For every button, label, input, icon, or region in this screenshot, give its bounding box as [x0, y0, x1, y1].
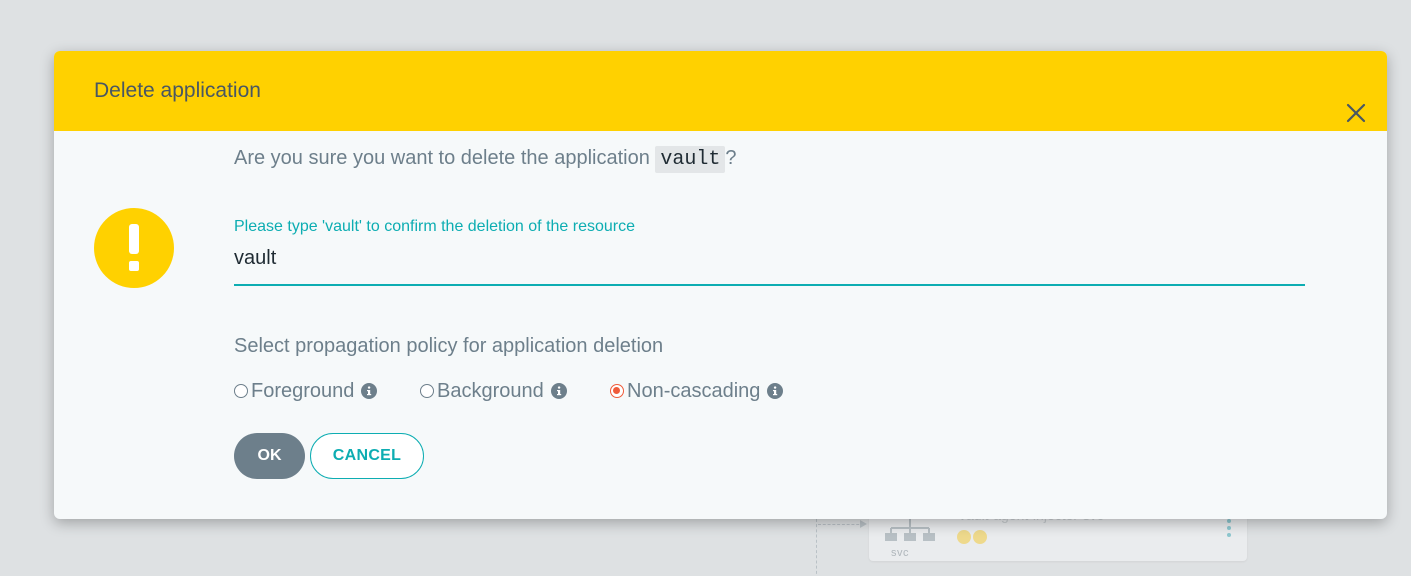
confirm-app-name-input[interactable] [234, 244, 1305, 286]
radio-button-non-cascading[interactable] [610, 384, 624, 398]
dialog-title: Delete application [94, 79, 261, 102]
info-circle-icon[interactable] [550, 383, 567, 399]
radio-button-background[interactable] [420, 384, 434, 398]
radio-button-foreground[interactable] [234, 384, 248, 398]
radio-option-foreground[interactable]: Foreground [234, 379, 378, 403]
resource-status-icons [957, 530, 987, 544]
sync-status-icon [973, 530, 987, 544]
resource-kind-label: svc [891, 547, 909, 559]
info-circle-icon[interactable] [361, 383, 378, 399]
radio-option-non-cascading[interactable]: Non-cascading [610, 379, 784, 403]
kebab-menu-icon[interactable] [1227, 519, 1231, 537]
dialog-header: Delete application [54, 51, 1387, 131]
question-text: Are you sure you want to delete the appl… [234, 147, 650, 169]
health-status-icon [957, 530, 971, 544]
close-icon[interactable] [1345, 102, 1367, 124]
application-name: vault [655, 146, 726, 173]
delete-application-dialog: Delete application Are you sure you want… [54, 51, 1387, 519]
radio-option-background[interactable]: Background [420, 379, 567, 403]
service-icon [885, 519, 935, 541]
radio-label-non-cascading: Non-cascading [627, 379, 761, 402]
delete-confirmation-question: Are you sure you want to delete the appl… [234, 146, 737, 173]
radio-label-foreground: Foreground [251, 379, 355, 402]
graph-edge [818, 524, 864, 525]
confirm-field-label: Please type 'vault' to confirm the delet… [234, 218, 635, 235]
exclamation-circle-icon [94, 208, 174, 288]
info-circle-icon[interactable] [767, 383, 784, 399]
question-mark: ? [725, 147, 737, 169]
ok-button[interactable]: OK [234, 433, 305, 479]
graph-edge-vertical [816, 519, 817, 576]
graph-edge-arrowhead [860, 520, 867, 528]
cancel-button[interactable]: CANCEL [310, 433, 424, 479]
propagation-policy-label: Select propagation policy for applicatio… [234, 335, 664, 357]
radio-label-background: Background [437, 379, 544, 402]
